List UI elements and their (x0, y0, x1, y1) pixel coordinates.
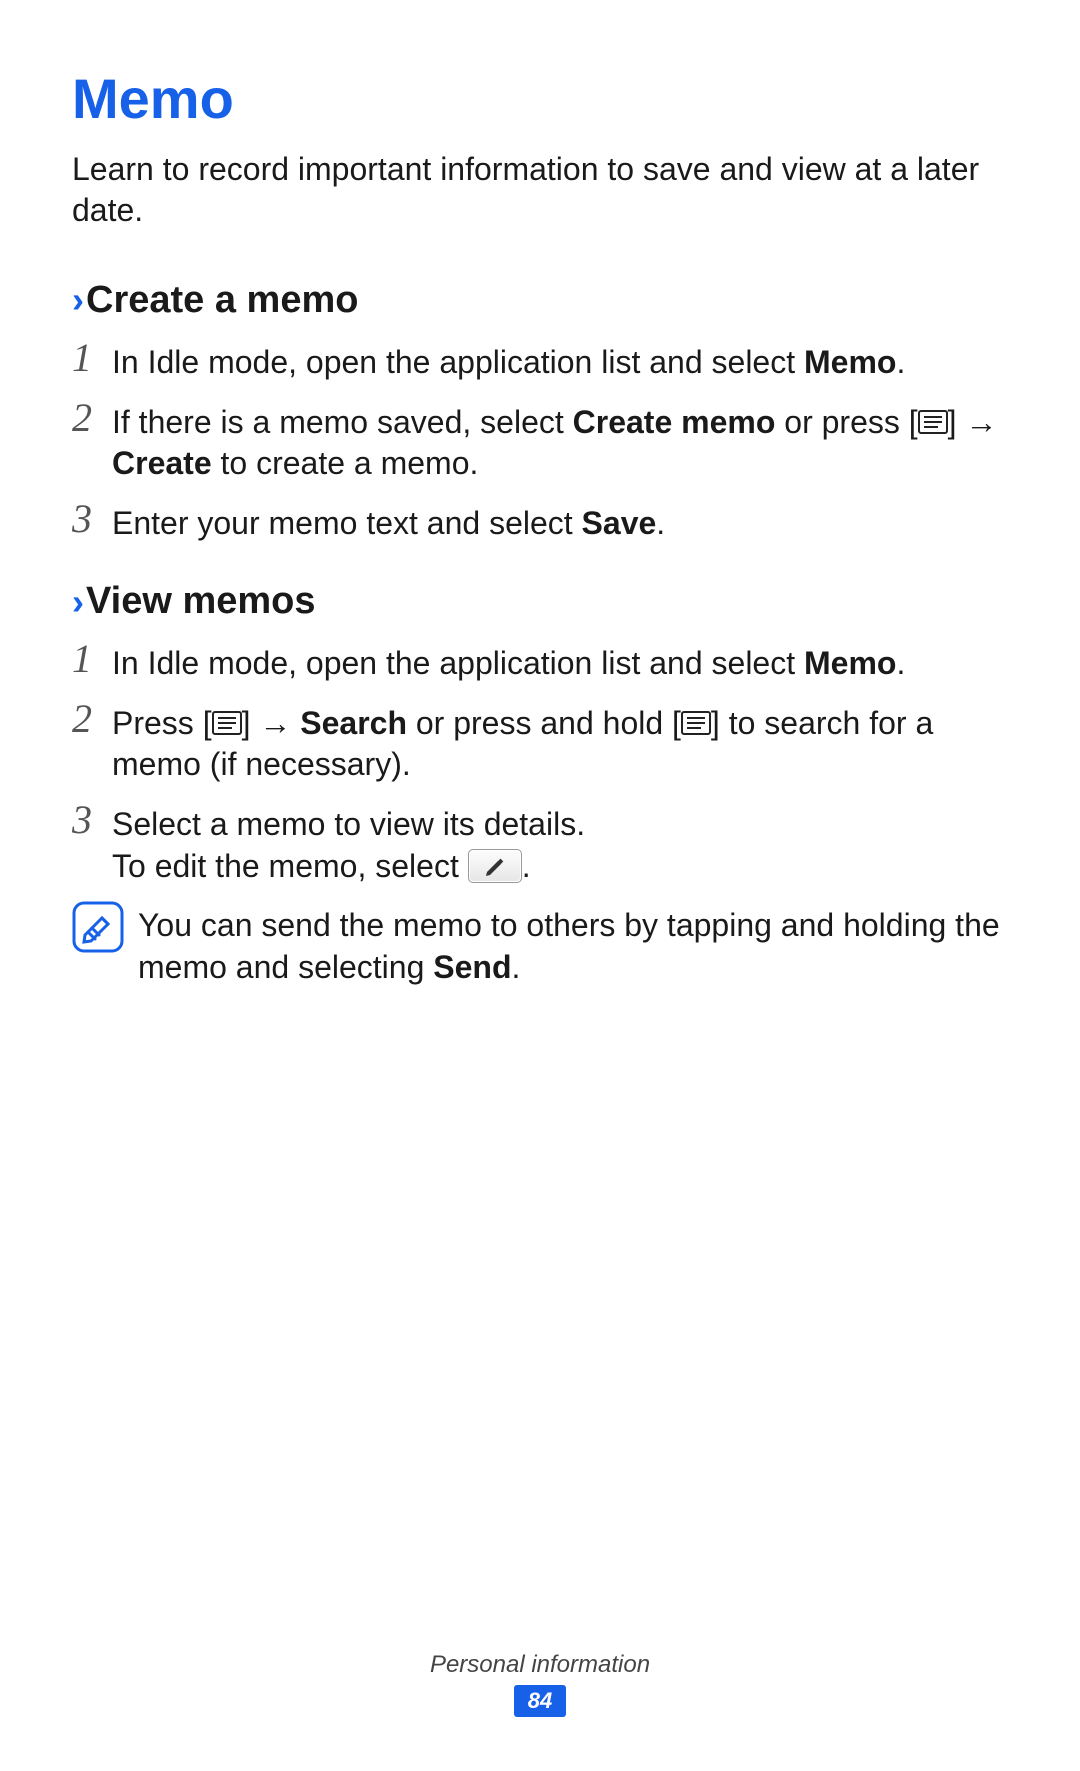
step-number: 3 (72, 499, 112, 539)
step-number: 2 (72, 398, 112, 438)
step-item: 2 Press [] → Search or press and hold []… (72, 699, 1008, 786)
menu-icon (212, 711, 242, 735)
footer-section-name: Personal information (0, 1651, 1080, 1679)
step-item: 3 Select a memo to view its details. To … (72, 800, 1008, 887)
step-body: In Idle mode, open the application list … (112, 639, 1008, 685)
note-text: You can send the memo to others by tappi… (138, 901, 1008, 988)
page-title: Memo (72, 66, 1008, 131)
step-item: 3 Enter your memo text and select Save. (72, 499, 1008, 545)
section-heading-label: Create a memo (86, 279, 358, 322)
edit-icon (468, 849, 522, 883)
step-number: 3 (72, 800, 112, 840)
step-item: 1 In Idle mode, open the application lis… (72, 338, 1008, 384)
section-heading-view: › View memos (72, 580, 1008, 623)
menu-icon (681, 711, 711, 735)
step-body: In Idle mode, open the application list … (112, 338, 1008, 384)
step-number: 1 (72, 338, 112, 378)
manual-page: Memo Learn to record important informati… (0, 0, 1080, 1771)
menu-icon (918, 410, 948, 434)
intro-text: Learn to record important information to… (72, 149, 1008, 231)
steps-view: 1 In Idle mode, open the application lis… (72, 639, 1008, 887)
chevron-icon: › (72, 581, 84, 623)
note-icon (72, 901, 124, 953)
step-item: 1 In Idle mode, open the application lis… (72, 639, 1008, 685)
step-number: 2 (72, 699, 112, 739)
chevron-icon: › (72, 279, 84, 321)
page-number-badge: 84 (514, 1685, 566, 1717)
step-body: If there is a memo saved, select Create … (112, 398, 1008, 485)
steps-create: 1 In Idle mode, open the application lis… (72, 338, 1008, 544)
step-body: Press [] → Search or press and hold [] t… (112, 699, 1008, 786)
page-footer: Personal information 84 (0, 1651, 1080, 1717)
step-number: 1 (72, 639, 112, 679)
section-heading-create: › Create a memo (72, 279, 1008, 322)
step-item: 2 If there is a memo saved, select Creat… (72, 398, 1008, 485)
step-body: Select a memo to view its details. To ed… (112, 800, 1008, 887)
section-heading-label: View memos (86, 580, 316, 623)
note: You can send the memo to others by tappi… (72, 901, 1008, 988)
step-body: Enter your memo text and select Save. (112, 499, 1008, 545)
